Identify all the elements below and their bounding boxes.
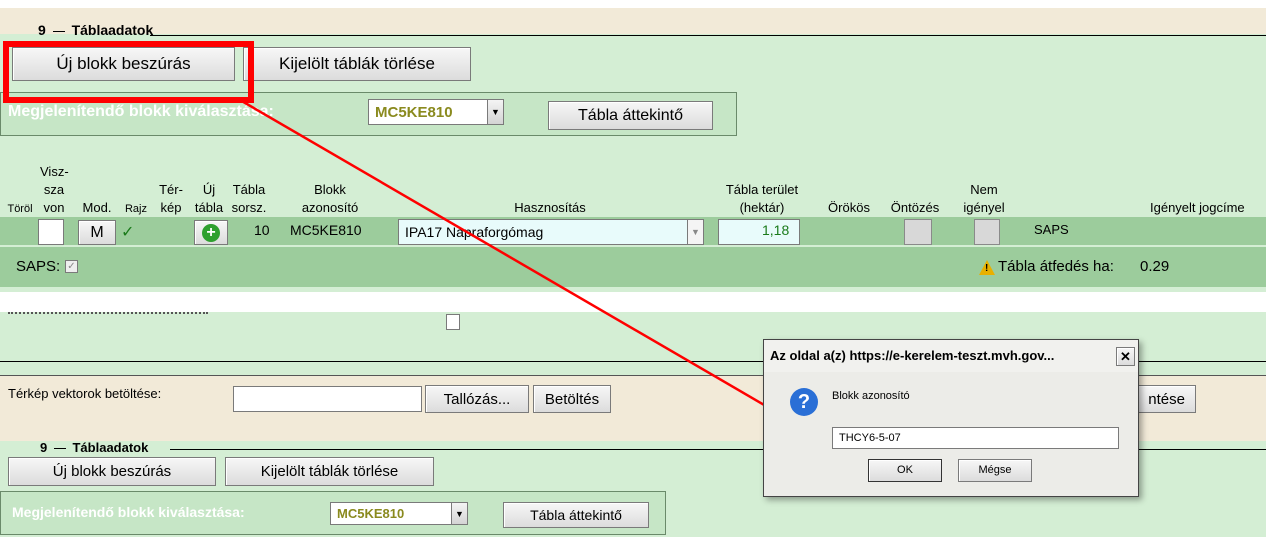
dialog-close-button[interactable]: ✕ [1116, 347, 1135, 366]
dialog-title-bar: Az oldal a(z) https://e-kerelem-teszt.mv… [764, 340, 1138, 372]
close-icon: ✕ [1120, 349, 1131, 364]
prompt-dialog: Az oldal a(z) https://e-kerelem-teszt.mv… [763, 339, 1139, 497]
dialog-input[interactable]: THCY6-5-07 [832, 427, 1119, 449]
dialog-ok-button[interactable]: OK [868, 459, 942, 482]
dialog-title: Az oldal a(z) https://e-kerelem-teszt.mv… [770, 348, 1055, 363]
dialog-cancel-button[interactable]: Mégse [958, 459, 1032, 482]
question-icon: ? [790, 388, 818, 416]
dialog-input-value: THCY6-5-07 [839, 432, 901, 444]
dialog-prompt: Blokk azonosító [832, 390, 910, 402]
